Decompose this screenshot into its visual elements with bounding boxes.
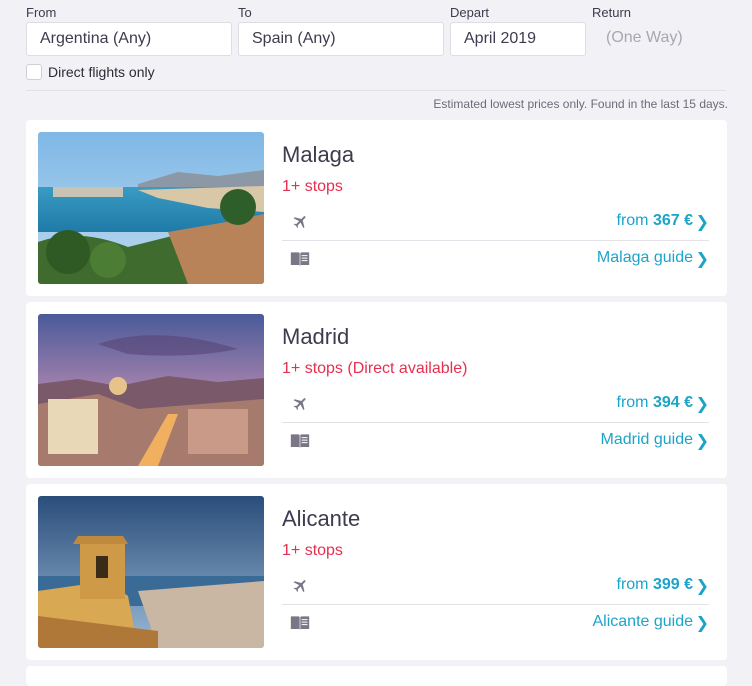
destination-card-malaga[interactable]: Malaga 1+ stops from 367 € ❯ Malaga guid…	[26, 120, 727, 296]
destination-photo[interactable]	[38, 496, 264, 648]
book-icon	[290, 250, 310, 268]
guide-row[interactable]: Alicante guide ❯	[282, 605, 709, 641]
price-note: Estimated lowest prices only. Found in t…	[433, 97, 728, 111]
return-field[interactable]: (One Way)	[606, 22, 726, 56]
book-icon	[290, 432, 310, 450]
chevron-right-icon: ❯	[695, 615, 709, 632]
destination-photo[interactable]	[38, 132, 264, 284]
from-field[interactable]: Argentina (Any)	[26, 22, 232, 56]
guide-link[interactable]: Madrid guide	[601, 431, 694, 449]
plane-icon	[290, 395, 310, 413]
from-label: From	[26, 5, 57, 20]
guide-row[interactable]: Malaga guide ❯	[282, 241, 709, 277]
chevron-right-icon: ❯	[695, 578, 709, 595]
destination-stops: 1+ stops	[282, 542, 343, 559]
destination-city[interactable]: Alicante	[282, 506, 360, 532]
destination-stops: 1+ stops	[282, 178, 343, 195]
flight-price-row[interactable]: from 367 € ❯	[282, 204, 709, 241]
guide-link[interactable]: Alicante guide	[592, 613, 693, 631]
to-label: To	[238, 5, 252, 20]
destination-card-alicante[interactable]: Alicante 1+ stops from 399 € ❯ Alicante …	[26, 484, 727, 660]
book-icon	[290, 614, 310, 632]
flight-price-row[interactable]: from 399 € ❯	[282, 568, 709, 605]
flight-price-row[interactable]: from 394 € ❯	[282, 386, 709, 423]
destination-city[interactable]: Madrid	[282, 324, 349, 350]
destination-card-next[interactable]	[26, 666, 727, 686]
chevron-right-icon: ❯	[695, 214, 709, 231]
direct-flights-toggle[interactable]: Direct flights only	[26, 64, 155, 80]
price-link[interactable]: from 394 €	[617, 394, 694, 412]
chevron-right-icon: ❯	[695, 433, 709, 450]
return-label: Return	[592, 5, 632, 20]
price-link[interactable]: from 367 €	[617, 212, 694, 230]
to-field[interactable]: Spain (Any)	[238, 22, 444, 56]
guide-row[interactable]: Madrid guide ❯	[282, 423, 709, 459]
depart-field[interactable]: April 2019	[450, 22, 586, 56]
destination-photo[interactable]	[38, 314, 264, 466]
direct-flights-label: Direct flights only	[48, 64, 155, 80]
chevron-right-icon: ❯	[695, 396, 709, 413]
guide-link[interactable]: Malaga guide	[597, 249, 693, 267]
destination-city[interactable]: Malaga	[282, 142, 354, 168]
destination-card-madrid[interactable]: Madrid 1+ stops (Direct available) from …	[26, 302, 727, 478]
plane-icon	[290, 577, 310, 595]
destination-stops: 1+ stops (Direct available)	[282, 360, 468, 377]
direct-flights-checkbox[interactable]	[26, 64, 42, 80]
chevron-right-icon: ❯	[695, 251, 709, 268]
plane-icon	[290, 213, 310, 231]
depart-label: Depart	[450, 5, 490, 20]
header-divider	[26, 90, 726, 91]
price-link[interactable]: from 399 €	[617, 576, 694, 594]
